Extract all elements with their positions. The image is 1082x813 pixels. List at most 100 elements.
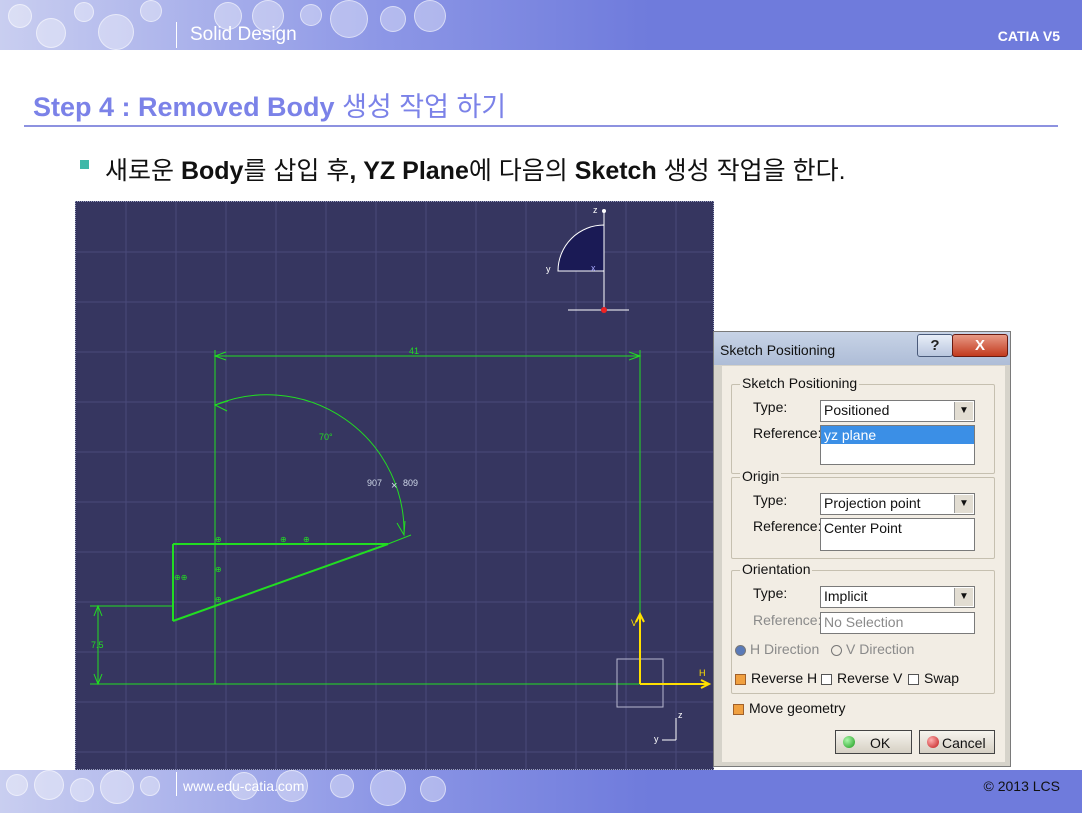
checkbox-icon xyxy=(821,673,832,685)
compass-x-label: x xyxy=(591,263,596,273)
reverse-h-checkbox[interactable]: Reverse H xyxy=(735,670,817,686)
axis-h-label: H xyxy=(699,668,706,678)
close-button[interactable]: X xyxy=(952,334,1008,357)
coord-left: 907 xyxy=(367,478,382,488)
positioning-reference-item[interactable]: yz plane xyxy=(821,426,974,444)
orientation-reference-field[interactable]: No Selection xyxy=(820,612,975,634)
move-geometry-checkbox[interactable]: Move geometry xyxy=(733,700,845,716)
mini-y-label: y xyxy=(654,734,659,744)
h-direction-radio[interactable]: H Direction xyxy=(735,641,819,657)
swap-label: Swap xyxy=(924,670,960,686)
svg-text:⊕: ⊕ xyxy=(215,565,222,574)
orientation-type-select[interactable]: Implicit ▼ xyxy=(820,586,975,608)
positioning-type-select[interactable]: Positioned ▼ xyxy=(820,400,975,422)
positioning-reference-list[interactable]: yz plane xyxy=(820,425,975,465)
ok-button[interactable]: OK xyxy=(835,730,912,754)
dialog-titlebar[interactable]: Sketch Positioning ? X xyxy=(714,332,1010,365)
reverse-v-checkbox[interactable]: Reverse V xyxy=(821,670,902,686)
orientation-reference-item: No Selection xyxy=(824,614,904,630)
triangle-profile[interactable] xyxy=(172,543,389,622)
svg-text:⊕⊕: ⊕⊕ xyxy=(174,573,187,582)
v-direction-radio[interactable]: V Direction xyxy=(831,641,914,657)
checkbox-icon xyxy=(733,703,744,715)
instr-part4: 생성 작업을 한다. xyxy=(656,157,846,185)
compass-widget[interactable]: z y x xyxy=(546,205,629,313)
dialog-title: Sketch Positioning xyxy=(720,342,836,358)
sketch-svg: z y x 41 70° 907 × 809 ⊕ ⊕ ⊕ ⊕⊕ ⊕⊕ 7.5 V… xyxy=(76,202,713,769)
origin-type-label: Type: xyxy=(753,492,788,508)
group-orientation: Orientation Type: Implicit ▼ Reference: … xyxy=(731,561,995,694)
compass-y-label: y xyxy=(546,264,551,274)
mini-axis-icon xyxy=(662,718,677,741)
header-title: Solid Design xyxy=(190,24,297,45)
instr-part3: 에 다음의 xyxy=(468,157,575,185)
slide-header: Solid Design CATIA V5 xyxy=(0,0,1082,50)
origin-reference-list[interactable]: Center Point xyxy=(820,518,975,551)
group-sketch-positioning-label: Sketch Positioning xyxy=(740,375,860,391)
header-separator xyxy=(176,22,177,48)
origin-reference-item[interactable]: Center Point xyxy=(821,519,974,537)
footer-copyright: © 2013 LCS xyxy=(983,778,1060,794)
positioning-type-label: Type: xyxy=(753,399,788,415)
instr-bold-sketch: Sketch xyxy=(574,157,657,185)
positioning-reference-label: Reference: xyxy=(753,425,822,441)
h-direction-label: H Direction xyxy=(750,641,820,657)
bullet-square-icon xyxy=(80,160,89,169)
dimension-41-text: 41 xyxy=(409,346,419,356)
group-sketch-positioning: Sketch Positioning Type: Positioned ▼ Re… xyxy=(731,375,995,474)
instr-bold-body: Body xyxy=(180,157,244,185)
dialog-body: Sketch Positioning Type: Positioned ▼ Re… xyxy=(722,366,1005,762)
dropdown-arrow-icon[interactable]: ▼ xyxy=(954,588,973,606)
dropdown-arrow-icon[interactable]: ▼ xyxy=(954,402,973,420)
heading-rule xyxy=(24,125,1058,127)
slide-footer: www.edu-catia.com © 2013 LCS xyxy=(0,770,1082,813)
help-button[interactable]: ? xyxy=(917,334,953,357)
instr-part1: 새로운 xyxy=(105,157,181,185)
cancel-button[interactable]: Cancel xyxy=(919,730,995,754)
v-direction-label: V Direction xyxy=(846,641,915,657)
coord-right: 809 xyxy=(403,478,418,488)
origin-type-select[interactable]: Projection point ▼ xyxy=(820,493,975,515)
svg-text:⊕: ⊕ xyxy=(303,535,310,544)
checkbox-icon xyxy=(735,673,746,685)
checkbox-icon xyxy=(908,673,919,685)
group-orientation-label: Orientation xyxy=(740,561,813,577)
dimension-angle-text: 70° xyxy=(319,432,333,442)
sketch-canvas[interactable]: z y x 41 70° 907 × 809 ⊕ ⊕ ⊕ ⊕ ⊕ ⊕⊕ 7.5 … xyxy=(75,201,714,770)
radio-dot-icon xyxy=(831,644,842,656)
extension-line xyxy=(387,534,412,545)
header-brand: CATIA V5 xyxy=(997,28,1060,44)
step-korean: 생성 작업 하기 xyxy=(342,92,507,122)
footer-separator xyxy=(176,772,177,796)
step-heading: Step 4 : Removed Body 생성 작업 하기 xyxy=(33,85,506,124)
step-label: Step 4 : Removed Body xyxy=(33,92,335,122)
instr-bold-plane: , YZ Plane xyxy=(349,157,469,185)
group-origin: Origin Type: Projection point ▼ Referenc… xyxy=(731,468,995,559)
orientation-reference-label: Reference: xyxy=(753,612,822,628)
radio-dot-icon xyxy=(735,644,746,656)
ok-green-light-icon xyxy=(843,736,855,748)
origin-type-value: Projection point xyxy=(824,495,921,511)
positioning-type-value: Positioned xyxy=(824,402,890,418)
reverse-h-label: Reverse H xyxy=(751,670,818,686)
orientation-type-label: Type: xyxy=(753,585,788,601)
mini-z-label: z xyxy=(678,710,683,720)
svg-text:⊕: ⊕ xyxy=(215,535,222,544)
cancel-red-light-icon xyxy=(927,736,939,748)
instruction-text: 새로운 Body를 삽입 후, YZ Plane에 다음의 Sketch 생성 … xyxy=(105,151,846,187)
dropdown-arrow-icon[interactable]: ▼ xyxy=(954,495,973,513)
footer-url[interactable]: www.edu-catia.com xyxy=(183,778,304,794)
cross-marker-icon: × xyxy=(391,480,397,492)
ok-label: OK xyxy=(870,735,891,751)
constraint-symbols: ⊕ ⊕ ⊕ ⊕⊕ ⊕⊕ xyxy=(174,535,310,604)
orientation-type-value: Implicit xyxy=(824,588,868,604)
group-origin-label: Origin xyxy=(740,468,782,484)
swap-checkbox[interactable]: Swap xyxy=(908,670,959,686)
instr-part2: 를 삽입 후 xyxy=(243,157,350,185)
sketch-positioning-dialog: Sketch Positioning ? X Sketch Positionin… xyxy=(713,331,1011,767)
reverse-v-label: Reverse V xyxy=(837,670,903,686)
dimension-75-text: 7.5 xyxy=(91,640,104,650)
svg-text:⊕: ⊕ xyxy=(280,535,287,544)
axis-v-label: V xyxy=(631,618,637,628)
svg-text:⊕: ⊕ xyxy=(215,595,222,604)
